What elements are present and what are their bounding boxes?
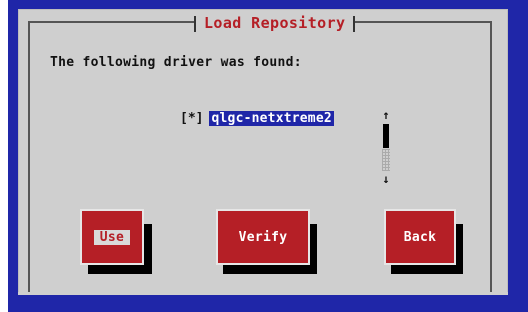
driver-list-scrollbar[interactable]: ↑ ↓ (381, 109, 391, 189)
scrollbar-thumb[interactable] (383, 124, 389, 148)
installer-screen: Load Repository The following driver was… (0, 0, 528, 312)
use-button[interactable]: Use (80, 209, 144, 265)
driver-name-selection[interactable]: qlgc-netxtreme2 (209, 110, 334, 126)
verify-button[interactable]: Verify (216, 209, 310, 265)
scrollbar-track (382, 149, 390, 171)
scroll-down-icon[interactable]: ↓ (381, 173, 391, 185)
use-button-label: Use (93, 229, 131, 245)
dialog-title-bar: Load Repository (194, 12, 356, 34)
driver-checkbox[interactable]: [*] (180, 111, 203, 126)
driver-found-message: The following driver was found: (50, 55, 302, 70)
verify-button-label: Verify (238, 229, 288, 245)
dialog-bottom-strip (18, 292, 508, 295)
dialog-title: Load Repository (204, 14, 346, 32)
back-button-label: Back (403, 229, 437, 245)
back-button[interactable]: Back (384, 209, 456, 265)
driver-list-item[interactable]: [*] qlgc-netxtreme2 (180, 109, 334, 127)
scroll-up-icon[interactable]: ↑ (381, 109, 391, 121)
load-repository-dialog: Load Repository The following driver was… (18, 9, 508, 295)
